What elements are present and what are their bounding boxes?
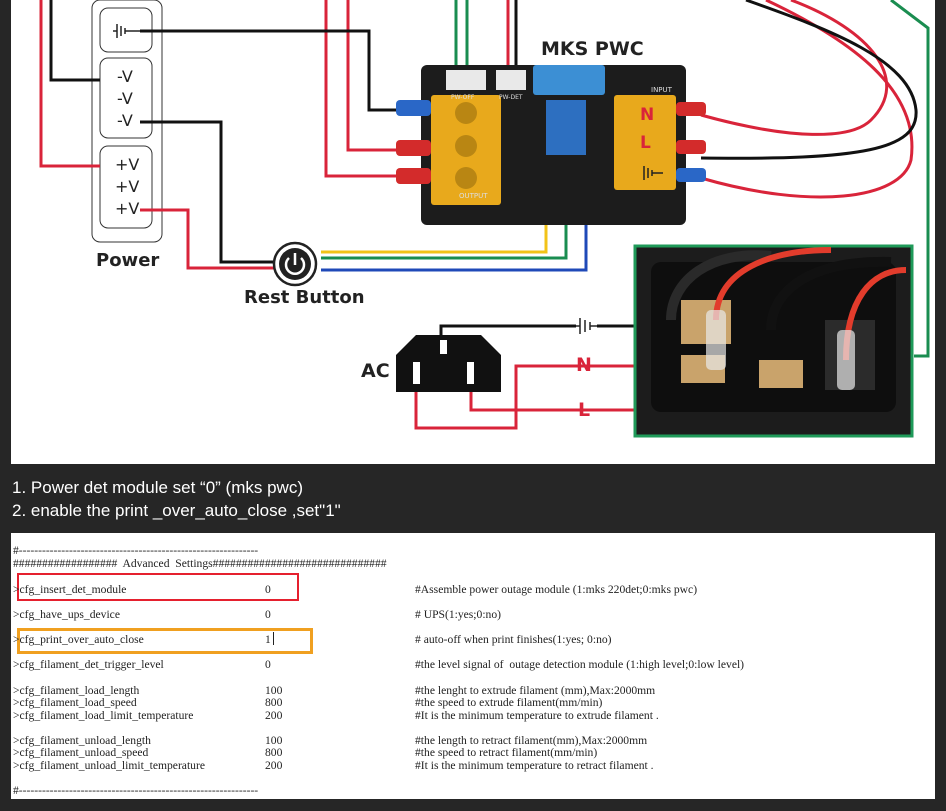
mks-pwc-board: OUTPUT INPUT PW-OFF PW-DET N L [396, 65, 706, 225]
board-output-text: OUTPUT [459, 192, 488, 200]
config-comment: #It is the minimum temperature to extrud… [415, 709, 659, 722]
config-comment: #It is the minimum temperature to retrac… [415, 759, 654, 772]
board-n-label: N [640, 105, 654, 125]
text-cursor [273, 632, 274, 645]
config-footer-line: #---------------------------------------… [13, 784, 259, 797]
config-file-panel: #---------------------------------------… [11, 533, 935, 799]
ac-plug-icon [396, 335, 501, 392]
config-key: >cfg_filament_unload_limit_temperature [13, 759, 205, 772]
config-key: >cfg_filament_unload_speed [13, 746, 149, 759]
config-comment: # auto-off when print finishes(1:yes; 0:… [415, 633, 612, 646]
page: OUTPUT INPUT PW-OFF PW-DET N L MKS PWC P… [0, 0, 946, 811]
ac-ground-icon [576, 318, 597, 334]
board-input-text: INPUT [651, 86, 673, 94]
rest-button-label: Rest Button [244, 287, 365, 308]
config-value[interactable]: 800 [265, 696, 282, 709]
config-comment: #the speed to extrude filament(mm/min) [415, 696, 603, 709]
board-pwdet-text: PW-DET [499, 94, 523, 101]
board-pwoff-text: PW-OFF [451, 94, 475, 101]
config-comment: # UPS(1:yes;0:no) [415, 608, 501, 621]
ac-n-label: N [576, 354, 592, 376]
psu-terminal-label: +V [115, 199, 140, 218]
config-value[interactable]: 0 [265, 583, 271, 596]
config-rule-line: #---------------------------------------… [13, 544, 259, 557]
psu-terminal-label: -V [117, 111, 133, 130]
ac-l-label: L [578, 399, 591, 421]
config-key: >cfg_filament_load_speed [13, 696, 137, 709]
config-key: >cfg_insert_det_module [13, 583, 127, 596]
power-label: Power [96, 250, 160, 271]
psu-terminal-label: +V [115, 155, 140, 174]
ac-label: AC [361, 360, 390, 382]
config-header-line: ################## Advanced Settings####… [13, 557, 387, 570]
power-button-icon[interactable] [272, 241, 318, 287]
config-key: >cfg_have_ups_device [13, 608, 120, 621]
board-l-label: L [640, 133, 651, 153]
config-comment: #the level signal of outage detection mo… [415, 658, 745, 671]
config-value[interactable]: 200 [265, 759, 282, 772]
config-key: >cfg_filament_det_trigger_level [13, 658, 164, 671]
psu-terminal-label: +V [115, 177, 140, 196]
wiring-diagram: OUTPUT INPUT PW-OFF PW-DET N L MKS PWC P… [11, 0, 935, 464]
config-key: >cfg_print_over_auto_close [13, 633, 144, 646]
config-value[interactable]: 800 [265, 746, 282, 759]
config-comment: #Assemble power outage module (1:mks 220… [415, 583, 698, 596]
psu-terminal-label: -V [117, 89, 133, 108]
instruction-step: 1. Power det module set “0” (mks pwc) [12, 478, 303, 497]
ac-socket-photo [633, 244, 914, 438]
instructions: 1. Power det module set “0” (mks pwc) 2.… [12, 476, 341, 522]
config-value[interactable]: 1 [265, 633, 271, 646]
config-value[interactable]: 0 [265, 608, 271, 621]
config-key: >cfg_filament_load_limit_temperature [13, 709, 194, 722]
psu-terminal-label: -V [117, 67, 133, 86]
instruction-step: 2. enable the print _over_auto_close ,se… [12, 501, 341, 520]
wiring-diagram-svg: OUTPUT INPUT PW-OFF PW-DET N L [39, 0, 930, 438]
config-value[interactable]: 0 [265, 658, 271, 671]
config-comment: #the speed to retract filament(mm/min) [415, 746, 598, 759]
board-title: MKS PWC [541, 38, 644, 60]
config-value[interactable]: 200 [265, 709, 282, 722]
